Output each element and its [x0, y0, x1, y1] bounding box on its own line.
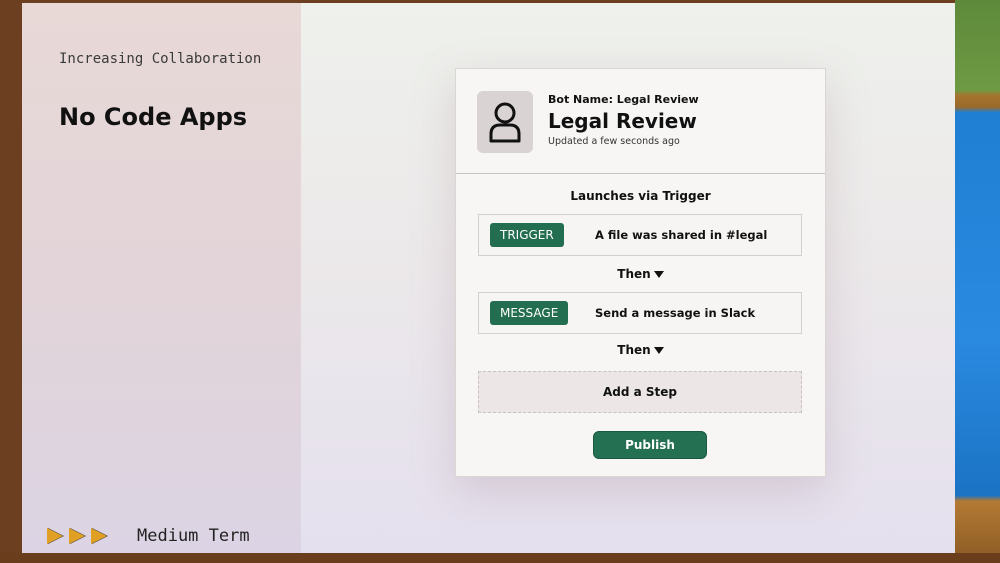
avatar: [477, 91, 533, 153]
caret-down-icon: [653, 347, 664, 354]
add-step-button[interactable]: Add a Step: [478, 371, 802, 413]
then-label: Then: [617, 343, 651, 357]
step-tag-message[interactable]: MESSAGE: [490, 301, 569, 325]
step-description: Send a message in Slack: [595, 306, 756, 320]
arrow-icon: [47, 528, 63, 544]
arrow-icon: [91, 528, 107, 544]
step-trigger[interactable]: TRIGGER A file was shared in #legal: [478, 214, 802, 256]
bot-card: Bot Name: Legal Review Legal Review Upda…: [455, 68, 826, 477]
bot-title: Legal Review: [548, 109, 697, 133]
then-label: Then: [617, 267, 651, 281]
arrow-icon: [69, 528, 85, 544]
launch-mode-label: Launches via Trigger: [570, 189, 711, 203]
slide-headline: No Code Apps: [59, 103, 248, 131]
then-connector: Then: [456, 267, 825, 281]
progress-arrows: [47, 528, 107, 544]
bot-name-label: Bot Name: Legal Review: [548, 93, 699, 106]
user-icon: [489, 102, 521, 143]
publish-button[interactable]: Publish: [593, 431, 707, 459]
bot-card-header: Bot Name: Legal Review Legal Review Upda…: [456, 69, 825, 174]
slide-left-panel: Increasing Collaboration No Code Apps Me…: [22, 3, 301, 553]
step-tag-trigger[interactable]: TRIGGER: [490, 223, 564, 247]
then-connector: Then: [456, 343, 825, 357]
background-wall-right: [955, 0, 1000, 563]
projected-slide: Increasing Collaboration No Code Apps Me…: [22, 3, 955, 553]
step-message[interactable]: MESSAGE Send a message in Slack: [478, 292, 802, 334]
caret-down-icon: [653, 271, 664, 278]
slide-kicker: Increasing Collaboration: [59, 51, 262, 67]
step-description: A file was shared in #legal: [595, 228, 768, 242]
slide-footer-term: Medium Term: [137, 526, 250, 546]
bot-updated-time: Updated a few seconds ago: [548, 136, 680, 147]
background-wall-bottom: [0, 553, 1000, 563]
